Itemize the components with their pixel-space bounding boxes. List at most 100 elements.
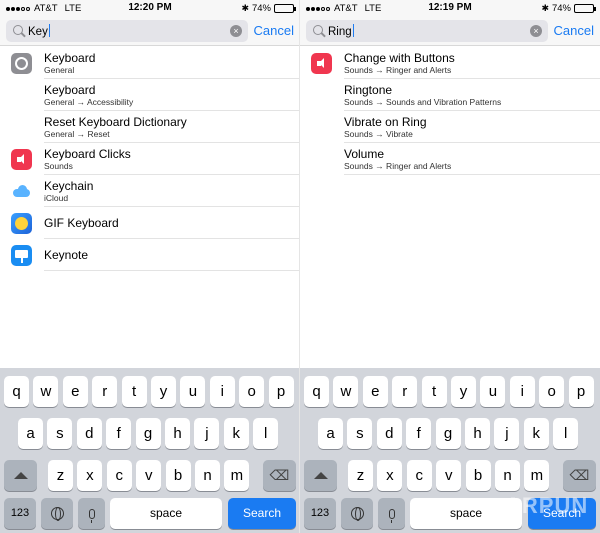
- key-v[interactable]: v: [436, 460, 462, 491]
- key-l[interactable]: l: [253, 418, 279, 449]
- key-a[interactable]: a: [18, 418, 43, 449]
- key-m[interactable]: m: [524, 460, 550, 491]
- result-row[interactable]: Keynote: [0, 239, 300, 271]
- key-x[interactable]: x: [77, 460, 103, 491]
- shift-key[interactable]: [304, 460, 337, 491]
- result-subtitle: iCloud: [44, 193, 69, 203]
- key-u[interactable]: u: [180, 376, 206, 407]
- key-i[interactable]: i: [209, 376, 235, 407]
- key-w[interactable]: w: [333, 376, 359, 407]
- key-k[interactable]: k: [223, 418, 249, 449]
- search-query: Key: [28, 24, 50, 38]
- backspace-key[interactable]: ⌫: [263, 460, 296, 491]
- key-h[interactable]: h: [465, 418, 490, 449]
- search-key[interactable]: Search: [228, 498, 296, 529]
- key-r[interactable]: r: [92, 376, 118, 407]
- key-k[interactable]: k: [523, 418, 549, 449]
- key-l[interactable]: l: [553, 418, 579, 449]
- text-cursor: [48, 24, 50, 37]
- key-y[interactable]: y: [451, 376, 476, 407]
- key-i[interactable]: i: [509, 376, 535, 407]
- cancel-button[interactable]: Cancel: [254, 23, 294, 38]
- key-d[interactable]: d: [376, 418, 402, 449]
- numbers-key[interactable]: 123: [4, 498, 36, 529]
- result-row[interactable]: Vibrate on Ring Sounds → Vibrate: [300, 111, 600, 143]
- cancel-button[interactable]: Cancel: [554, 23, 594, 38]
- result-title: Keyboard Clicks: [44, 147, 131, 161]
- key-v[interactable]: v: [136, 460, 162, 491]
- key-j[interactable]: j: [194, 418, 220, 449]
- key-n[interactable]: n: [495, 460, 520, 491]
- result-row[interactable]: Keyboard General: [0, 47, 300, 79]
- search-input[interactable]: Ring ×: [306, 20, 548, 42]
- dictation-key[interactable]: [78, 498, 105, 529]
- clear-icon[interactable]: ×: [230, 25, 242, 37]
- search-results: Keyboard General Keyboard General → Acce…: [0, 47, 300, 271]
- key-f[interactable]: f: [406, 418, 432, 449]
- clear-icon[interactable]: ×: [530, 25, 542, 37]
- result-row[interactable]: GIF Keyboard: [0, 207, 300, 239]
- status-bar: AT&T LTE 12:20 PM ✱ 74%: [0, 0, 300, 16]
- key-n[interactable]: n: [195, 460, 220, 491]
- key-u[interactable]: u: [480, 376, 506, 407]
- key-g[interactable]: g: [135, 418, 161, 449]
- dictation-key[interactable]: [378, 498, 405, 529]
- result-subtitle: Sounds → Ringer and Alerts: [344, 65, 452, 75]
- search-bar: Ring × Cancel: [300, 16, 600, 46]
- result-subtitle: Sounds: [44, 161, 73, 171]
- key-c[interactable]: c: [106, 460, 132, 491]
- key-j[interactable]: j: [494, 418, 520, 449]
- key-w[interactable]: w: [33, 376, 59, 407]
- key-z[interactable]: z: [48, 460, 73, 491]
- key-p[interactable]: p: [268, 376, 294, 407]
- key-s[interactable]: s: [47, 418, 73, 449]
- row-divider: [344, 174, 600, 175]
- result-title: Ringtone: [344, 83, 393, 97]
- key-g[interactable]: g: [435, 418, 461, 449]
- key-o[interactable]: o: [239, 376, 265, 407]
- key-s[interactable]: s: [347, 418, 373, 449]
- search-bar: Key × Cancel: [0, 16, 300, 46]
- key-h[interactable]: h: [165, 418, 190, 449]
- keynote-icon: [11, 245, 32, 266]
- search-icon: [313, 25, 323, 35]
- key-a[interactable]: a: [318, 418, 343, 449]
- key-p[interactable]: p: [568, 376, 594, 407]
- search-input[interactable]: Key ×: [6, 20, 248, 42]
- globe-icon: [50, 507, 64, 521]
- bluetooth-icon: ✱: [241, 3, 249, 13]
- text-cursor: [352, 24, 354, 37]
- key-t[interactable]: t: [421, 376, 447, 407]
- key-e[interactable]: e: [62, 376, 88, 407]
- key-x[interactable]: x: [377, 460, 403, 491]
- key-q[interactable]: q: [304, 376, 329, 407]
- result-row[interactable]: Ringtone Sounds → Sounds and Vibration P…: [300, 79, 600, 111]
- backspace-key[interactable]: ⌫: [563, 460, 596, 491]
- result-row[interactable]: Keychain iCloud: [0, 175, 300, 207]
- key-b[interactable]: b: [165, 460, 191, 491]
- result-row[interactable]: Change with Buttons Sounds → Ringer and …: [300, 47, 600, 79]
- result-row[interactable]: Reset Keyboard Dictionary General → Rese…: [0, 111, 300, 143]
- result-row[interactable]: Keyboard General → Accessibility: [0, 79, 300, 111]
- numbers-key[interactable]: 123: [304, 498, 336, 529]
- key-f[interactable]: f: [106, 418, 132, 449]
- globe-key[interactable]: [341, 498, 373, 529]
- key-t[interactable]: t: [121, 376, 147, 407]
- result-row[interactable]: Volume Sounds → Ringer and Alerts: [300, 143, 600, 175]
- space-key[interactable]: space: [110, 498, 222, 529]
- key-d[interactable]: d: [76, 418, 102, 449]
- key-r[interactable]: r: [392, 376, 418, 407]
- key-o[interactable]: o: [539, 376, 565, 407]
- key-m[interactable]: m: [224, 460, 250, 491]
- search-query: Ring: [328, 24, 354, 38]
- key-b[interactable]: b: [465, 460, 491, 491]
- key-c[interactable]: c: [406, 460, 432, 491]
- key-e[interactable]: e: [362, 376, 388, 407]
- result-row[interactable]: Keyboard Clicks Sounds: [0, 143, 300, 175]
- key-z[interactable]: z: [348, 460, 373, 491]
- key-y[interactable]: y: [151, 376, 176, 407]
- key-q[interactable]: q: [4, 376, 29, 407]
- result-subtitle: Sounds → Vibrate: [344, 129, 413, 139]
- shift-key[interactable]: [4, 460, 37, 491]
- globe-key[interactable]: [41, 498, 73, 529]
